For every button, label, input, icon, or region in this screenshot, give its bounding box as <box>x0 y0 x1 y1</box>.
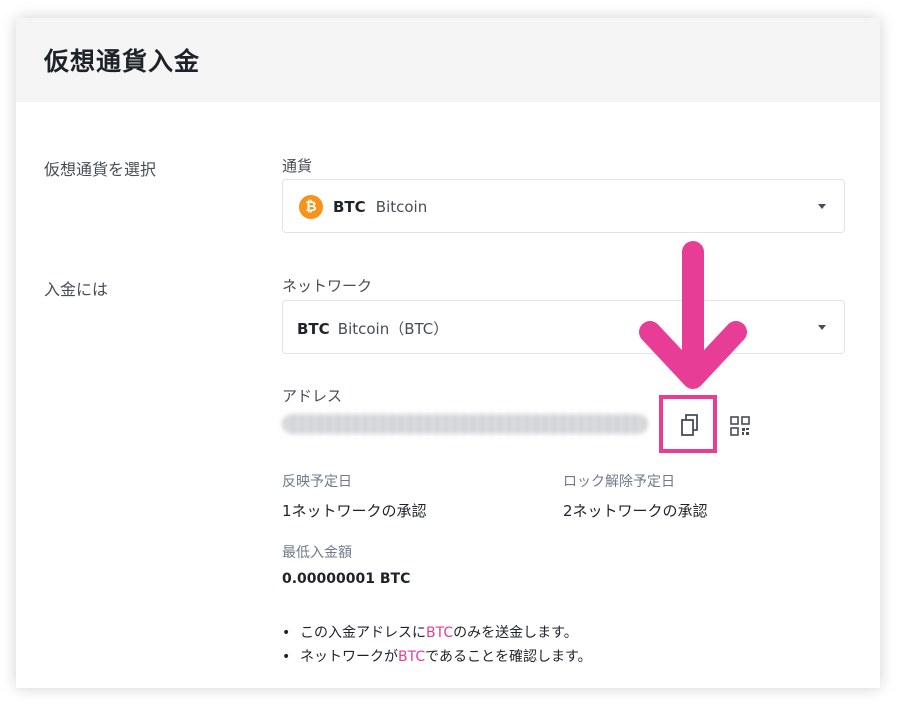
unlock-label: ロック解除予定日 <box>563 474 675 490</box>
currency-symbol: BTC <box>333 198 366 216</box>
chevron-down-icon <box>818 325 826 330</box>
note-text: この入金アドレスに <box>300 625 426 641</box>
deposit-to-section-label: 入金には <box>44 280 109 299</box>
arrival-label: 反映予定日 <box>282 474 352 490</box>
network-name: Bitcoin（BTC） <box>337 320 449 338</box>
copy-address-button[interactable] <box>659 395 717 453</box>
network-select[interactable]: BTC Bitcoin（BTC） <box>282 300 845 354</box>
note-highlight: BTC <box>398 649 426 665</box>
deposit-address-blurred[interactable] <box>282 414 648 434</box>
card-header: 仮想通貨入金 <box>16 18 880 102</box>
note-highlight: BTC <box>426 625 454 641</box>
page-title: 仮想通貨入金 <box>44 47 201 76</box>
deposit-notes: • この入金アドレスにBTCのみを送金します。 • ネットワークがBTCであることを… <box>282 621 592 669</box>
network-label: ネットワーク <box>282 277 373 295</box>
currency-select[interactable]: ₿ BTC Bitcoin <box>282 179 845 233</box>
chevron-down-icon <box>818 204 826 209</box>
bitcoin-icon: ₿ <box>299 195 323 219</box>
min-deposit-label: 最低入金額 <box>282 545 352 561</box>
list-item: • ネットワークがBTCであることを確認します。 <box>282 649 592 665</box>
copy-icon <box>681 414 698 436</box>
currency-label: 通貨 <box>282 157 313 175</box>
qr-code-icon[interactable] <box>730 416 750 436</box>
currency-name: Bitcoin <box>375 198 428 216</box>
list-item: • この入金アドレスにBTCのみを送金します。 <box>282 625 578 641</box>
min-deposit-value: 0.00000001 BTC <box>282 571 411 587</box>
deposit-card: 仮想通貨入金 仮想通貨を選択 入金には 通貨 ₿ BTC Bitcoin ネット… <box>16 18 880 688</box>
network-symbol: BTC <box>297 320 330 338</box>
select-crypto-section-label: 仮想通貨を選択 <box>44 160 157 179</box>
arrival-value: 1ネットワークの承認 <box>282 502 427 520</box>
note-text: であることを確認します。 <box>425 649 592 665</box>
address-label: アドレス <box>282 387 343 405</box>
note-text: のみを送金します。 <box>453 625 578 641</box>
unlock-value: 2ネットワークの承認 <box>563 502 708 520</box>
pointer-arrow-icon <box>639 241 747 389</box>
note-text: ネットワークが <box>300 649 398 665</box>
